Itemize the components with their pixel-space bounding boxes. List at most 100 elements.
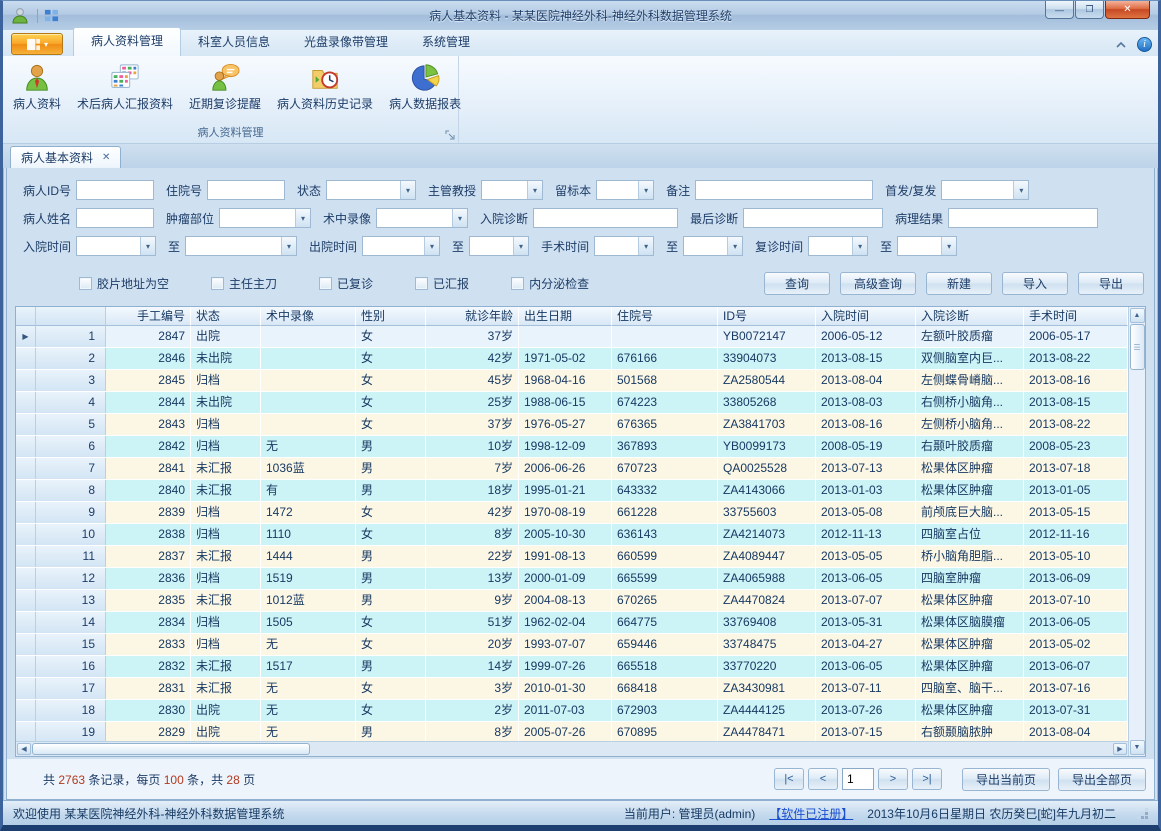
cell[interactable]: 未出院 — [191, 392, 261, 413]
cell[interactable]: 2830 — [106, 700, 191, 721]
cell[interactable]: 2837 — [106, 546, 191, 567]
cell[interactable]: 未出院 — [191, 348, 261, 369]
resize-grip[interactable] — [1136, 807, 1148, 819]
first-page-button[interactable]: |< — [774, 768, 804, 790]
cell[interactable]: 1993-07-07 — [519, 634, 612, 655]
cell[interactable]: 1999-07-26 — [519, 656, 612, 677]
cell[interactable]: 1110 — [261, 524, 356, 545]
cell[interactable]: 2010-01-30 — [519, 678, 612, 699]
cell[interactable]: 2840 — [106, 480, 191, 501]
cell[interactable]: ZA3841703 — [718, 414, 816, 435]
cell[interactable]: 2013-01-05 — [1024, 480, 1128, 501]
cell[interactable]: 男 — [356, 546, 426, 567]
cell[interactable]: 8岁 — [426, 524, 519, 545]
surgery-date-from-combo[interactable] — [594, 236, 654, 256]
cell[interactable]: 668418 — [612, 678, 718, 699]
checkbox-endocrine-exam[interactable]: 内分泌检查 — [511, 275, 589, 292]
cell[interactable]: 未汇报 — [191, 480, 261, 501]
last-page-button[interactable]: >| — [912, 768, 942, 790]
scroll-down-arrow-icon[interactable]: ▼ — [1130, 740, 1145, 755]
cell[interactable]: 归档 — [191, 568, 261, 589]
cell[interactable]: 33805268 — [718, 392, 816, 413]
cell[interactable]: 女 — [356, 370, 426, 391]
chevron-down-icon[interactable] — [852, 237, 867, 255]
scroll-right-arrow-icon[interactable]: ▶ — [1113, 743, 1127, 755]
cell[interactable]: 2012-11-13 — [816, 524, 916, 545]
cell[interactable]: 女 — [356, 502, 426, 523]
cell[interactable]: 2842 — [106, 436, 191, 457]
cell[interactable]: 2013-06-05 — [816, 656, 916, 677]
ribbon-tab-disc-tape[interactable]: 光盘录像带管理 — [287, 28, 405, 56]
chevron-down-icon[interactable] — [424, 237, 439, 255]
help-info-icon[interactable]: i — [1137, 37, 1152, 52]
cell[interactable]: 1970-08-19 — [519, 502, 612, 523]
scroll-left-arrow-icon[interactable]: ◀ — [17, 743, 31, 755]
chevron-down-icon[interactable] — [452, 209, 467, 227]
cell[interactable]: 归档 — [191, 370, 261, 391]
cell[interactable]: 1976-05-27 — [519, 414, 612, 435]
cell[interactable]: 无 — [261, 722, 356, 741]
cell[interactable] — [261, 414, 356, 435]
checkbox-film-address-empty[interactable]: 胶片地址为空 — [79, 275, 169, 292]
cell[interactable]: 7岁 — [426, 458, 519, 479]
cell[interactable]: 2013-06-09 — [1024, 568, 1128, 589]
cell[interactable]: 2844 — [106, 392, 191, 413]
cell[interactable]: 2013-07-07 — [816, 590, 916, 611]
cell[interactable]: 右侧桥小脑角... — [916, 392, 1024, 413]
cell[interactable] — [261, 348, 356, 369]
cell[interactable]: 2013-08-22 — [1024, 348, 1128, 369]
cell[interactable]: 1995-01-21 — [519, 480, 612, 501]
cell[interactable]: 33748475 — [718, 634, 816, 655]
cell[interactable]: 2832 — [106, 656, 191, 677]
table-row[interactable]: 162832未汇报1517男14岁1999-07-266655183377022… — [16, 656, 1128, 678]
cell[interactable]: 2013-05-05 — [816, 546, 916, 567]
cell[interactable]: 男 — [356, 656, 426, 677]
cell[interactable]: 无 — [261, 678, 356, 699]
cell[interactable]: 1012蓝 — [261, 590, 356, 611]
checkbox-icon[interactable] — [79, 277, 92, 290]
cell[interactable]: 1472 — [261, 502, 356, 523]
table-row[interactable]: 112837未汇报1444男22岁1991-08-13660599ZA40894… — [16, 546, 1128, 568]
cell[interactable]: 四脑室、脑干... — [916, 678, 1024, 699]
cell[interactable]: 2833 — [106, 634, 191, 655]
cell[interactable]: 左侧蝶骨嵴脑... — [916, 370, 1024, 391]
cell[interactable]: 665518 — [612, 656, 718, 677]
ribbon-tab-system[interactable]: 系统管理 — [405, 28, 487, 56]
cell[interactable] — [261, 326, 356, 347]
cell[interactable]: 2013-08-15 — [1024, 392, 1128, 413]
cell[interactable]: 501568 — [612, 370, 718, 391]
cell[interactable]: ZA4470824 — [718, 590, 816, 611]
table-row[interactable]: 152833归档无女20岁1993-07-0765944633748475201… — [16, 634, 1128, 656]
table-row[interactable]: 122836归档1519男13岁2000-01-09665599ZA406598… — [16, 568, 1128, 590]
final-diagnosis-input[interactable] — [743, 208, 883, 228]
cell[interactable]: 664775 — [612, 612, 718, 633]
table-row[interactable]: 132835未汇报1012蓝男9岁2004-08-13670265ZA44708… — [16, 590, 1128, 612]
cell[interactable]: 松果体区肿瘤 — [916, 458, 1024, 479]
cell[interactable]: 松果体区肿瘤 — [916, 590, 1024, 611]
cell[interactable]: 未汇报 — [191, 656, 261, 677]
first-recurrence-combo[interactable] — [941, 180, 1029, 200]
checkbox-icon[interactable] — [319, 277, 332, 290]
chevron-down-icon[interactable] — [727, 237, 742, 255]
cell[interactable]: 2013-08-03 — [816, 392, 916, 413]
cell[interactable]: 女 — [356, 414, 426, 435]
dialog-launcher-icon[interactable] — [445, 130, 455, 140]
column-header[interactable]: 住院号 — [612, 307, 718, 326]
cell[interactable]: 2013-07-31 — [1024, 700, 1128, 721]
cell[interactable]: 367893 — [612, 436, 718, 457]
cell[interactable]: 2013-05-15 — [1024, 502, 1128, 523]
cell[interactable]: 2013-07-11 — [816, 678, 916, 699]
table-row[interactable]: 102838归档1110女8岁2005-10-30636143ZA4214073… — [16, 524, 1128, 546]
horizontal-scrollbar[interactable]: ◀ ▶ — [16, 741, 1128, 756]
cell[interactable]: 659446 — [612, 634, 718, 655]
cell[interactable]: 2013-08-16 — [816, 414, 916, 435]
cell[interactable]: 归档 — [191, 634, 261, 655]
vertical-scrollbar[interactable]: ▲ ☰ ▼ — [1128, 307, 1145, 756]
cell[interactable]: 1519 — [261, 568, 356, 589]
checkbox-revisited[interactable]: 已复诊 — [319, 275, 373, 292]
cell[interactable]: 松果体区肿瘤 — [916, 700, 1024, 721]
cell[interactable]: 无 — [261, 700, 356, 721]
cell[interactable]: 9岁 — [426, 590, 519, 611]
checkbox-reported[interactable]: 已汇报 — [415, 275, 469, 292]
cell[interactable] — [519, 326, 612, 347]
